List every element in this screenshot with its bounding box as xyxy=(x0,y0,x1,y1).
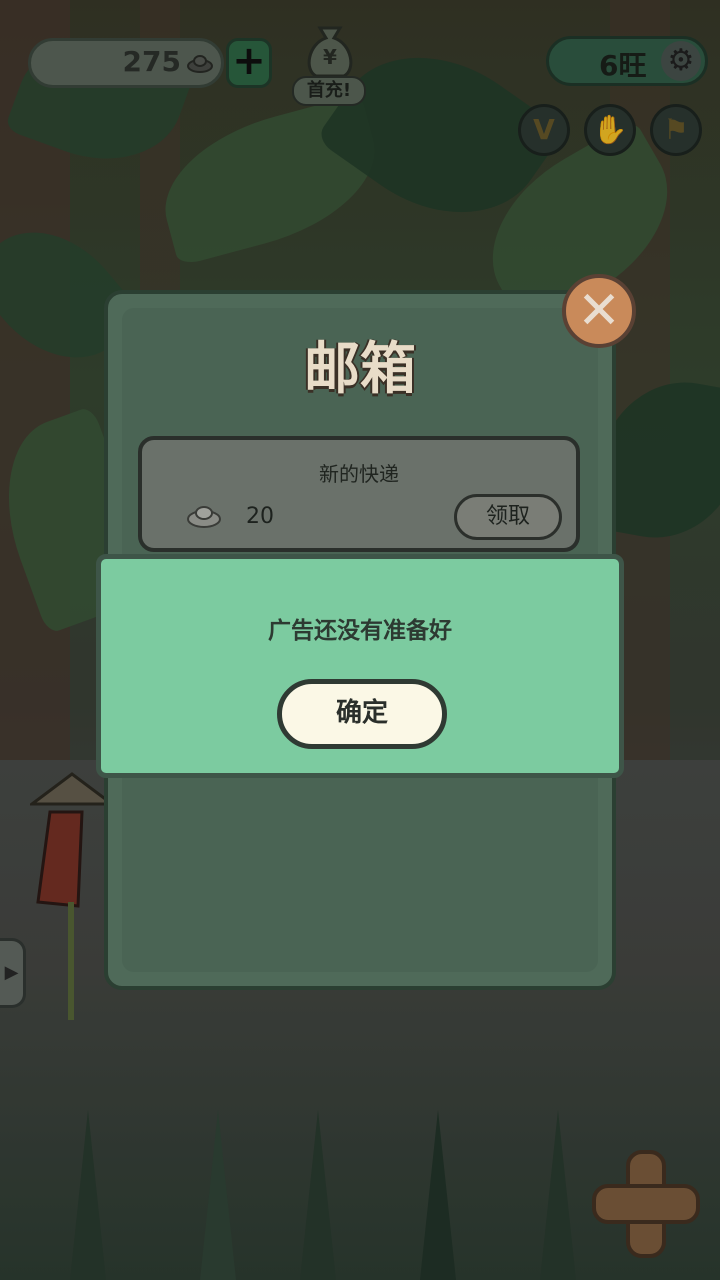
close-button[interactable]: ✕ xyxy=(562,274,636,348)
mail-reward-amount: 20 xyxy=(246,504,274,529)
mail-item: 新的快递 20 领取 xyxy=(138,436,580,552)
dpad-control[interactable] xyxy=(592,1150,700,1258)
confirm-button[interactable]: 确定 xyxy=(277,679,447,749)
chevron-right-icon: ▶ xyxy=(4,962,19,983)
gold-ingot-icon xyxy=(187,506,221,528)
claim-button[interactable]: 领取 xyxy=(454,494,562,540)
alert-message: 广告还没有准备好 xyxy=(268,618,452,644)
dpad-horizontal xyxy=(592,1184,700,1224)
alert-dialog: 广告还没有准备好 确定 xyxy=(96,554,624,778)
mail-subject: 新的快递 xyxy=(319,462,399,486)
close-icon: ✕ xyxy=(577,281,621,341)
mailbox-title: 邮箱 xyxy=(304,337,416,402)
side-expand-tab[interactable]: ▶ xyxy=(0,938,26,1008)
